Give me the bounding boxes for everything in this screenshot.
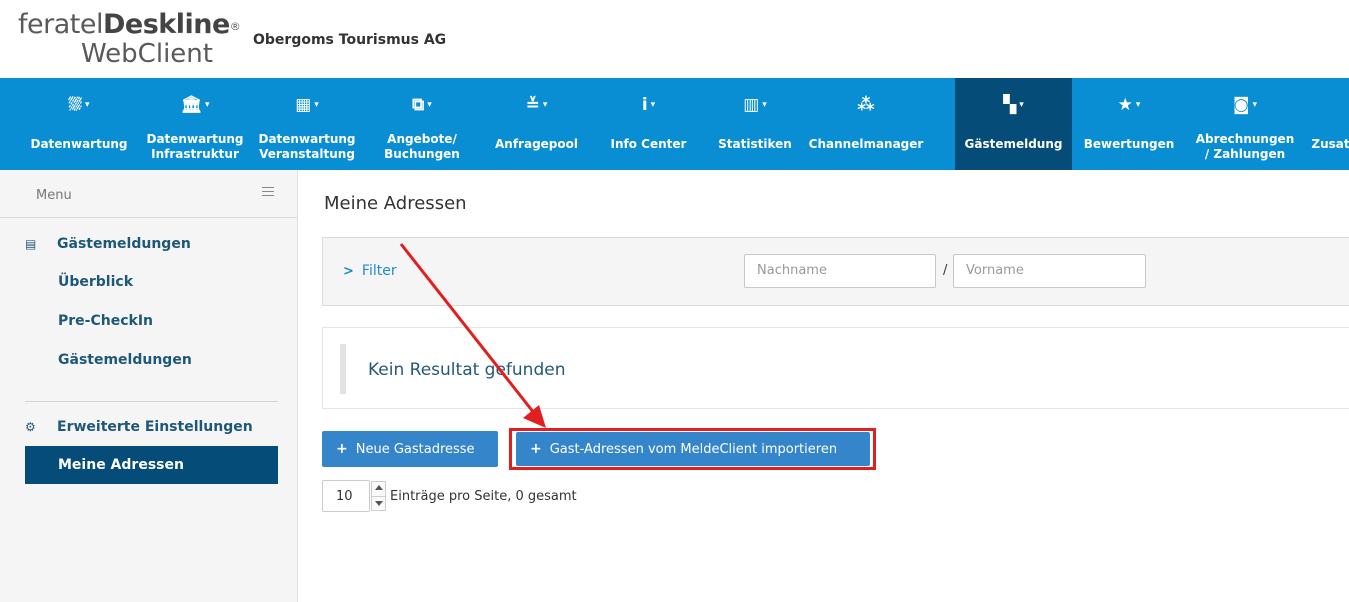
caret-down-icon: ▾ [650,100,656,110]
app-header: feratelDeskline® WebClient Obergoms Tour… [0,0,1349,78]
sidebar-item-ueberblick[interactable]: Überblick [58,274,133,290]
caret-down-icon: ▾ [314,100,319,110]
nav-item-datenwartung[interactable]: 🏛 ▾ Datenwartung Infrastruktur [142,78,248,170]
nav-item-label: Abrechnungen / Zahlungen [1195,132,1295,161]
bed-icon: ⛆ ▾ [68,95,90,115]
name-separator: / [943,263,948,278]
nav-item-abrechnungen[interactable]: ◙ ▾ Abrechnungen / Zahlungen [1186,78,1304,170]
chevron-right-icon: > [343,264,354,279]
sidebar-menu-header: Menu [0,170,298,218]
inbox-stack-icon: ≚ ▾ [525,95,548,115]
sidebar-divider [25,401,278,402]
main-navigation: ⛆ ▾ Datenwartung 🏛 ▾ Datenwartung Infrastruktu… [0,78,1349,170]
offers-icon: ⧉ ▾ [412,95,432,115]
import-from-meldeclient-button[interactable]: + Gast-Adressen vom MeldeClient importier… [516,432,870,466]
caret-down-icon: ▾ [85,100,90,110]
filter-panel: > Filter Nachname / Vorname [322,237,1349,306]
organization-name: Obergoms Tourismus AG [253,32,447,48]
list-icon: ▤ [25,237,37,251]
calendar-icon: ▦ ▾ [295,95,319,115]
caret-down-icon: ▾ [542,100,548,110]
feratel-deskline-logo[interactable]: feratelDeskline® WebClient [18,10,241,72]
nav-item-info-center[interactable]: i ▾ Info Center [595,78,702,170]
caret-down-icon: ▾ [1019,100,1024,110]
menu-label: Menu [36,188,72,203]
nav-item-channelmanager[interactable]: ⁂ Channelmanager [808,78,924,170]
page-title: Meine Adressen [324,193,467,214]
nav-item-label: Bewertungen [1083,137,1175,151]
nav-item-datenwartung[interactable]: ▦ ▾ Datenwartung Veranstaltung [248,78,366,170]
info-icon: i ▾ [641,95,656,115]
caret-down-icon: ▾ [1135,100,1141,110]
nav-item-label: Datenwartung Infrastruktur [146,132,244,161]
more-icon [1304,95,1349,115]
lastname-input[interactable]: Nachname [744,254,936,288]
caret-down-icon: ▾ [205,100,210,110]
sidebar-section-erweiterte-einstellungen[interactable]: ⚙ Erweiterte Einstellungen [25,419,253,435]
sidebar: Menu ▤ Gästemeldungen Überblick Pre-Check… [0,170,298,602]
caret-down-icon: ▾ [427,100,432,110]
nav-item-datenwartung[interactable]: ⛆ ▾ Datenwartung [16,78,142,170]
sidebar-item-pre-checkin[interactable]: Pre-CheckIn [58,313,153,329]
sidebar-item-gaestemeldungen[interactable]: Gästemeldungen [58,352,192,368]
result-panel: Kein Resultat gefunden [322,327,1349,409]
nav-item-zusatz[interactable]: Zusatz [1304,78,1349,170]
sidebar-item-meine-adressen[interactable]: Meine Adressen [25,446,278,484]
plus-icon: + [336,441,348,457]
nav-item-label: Datenwartung [30,137,128,151]
caret-down-icon: ▾ [762,100,767,110]
nav-item-angebote[interactable]: ⧉ ▾ Angebote/Buchungen [366,78,478,170]
spin-up-icon[interactable] [375,485,383,490]
page-size-stepper[interactable]: 10 [322,480,370,512]
firstname-input[interactable]: Vorname [953,254,1146,288]
bar-chart-icon: ▥ ▾ [743,95,767,115]
nav-item-label: Zusatz [1311,137,1349,151]
document-icon: ▚ ▾ [1003,95,1024,115]
caret-down-icon: ▾ [1252,100,1258,110]
nav-item-label: Gästemeldung [964,137,1063,151]
filter-toggle[interactable]: > Filter [343,263,397,279]
sidebar-section-gaestemeldungen[interactable]: ▤ Gästemeldungen [25,236,191,252]
cogs-icon: ⚙ [25,420,36,434]
new-guest-address-button[interactable]: + Neue Gastadresse [322,431,498,467]
pager-summary: Einträge pro Seite, 0 gesamt [390,489,577,504]
money-icon: ◙ ▾ [1232,95,1258,115]
hamburger-icon[interactable] [262,184,274,196]
nav-item-label: Anfragepool [495,137,578,151]
institution-icon: 🏛 ▾ [180,95,210,115]
nav-item-anfragepool[interactable]: ≚ ▾ Anfragepool [478,78,595,170]
spin-down-icon[interactable] [375,501,383,506]
sitemap-icon: ⁂ [857,95,875,115]
nav-item-label: Datenwartung Veranstaltung [258,132,356,161]
no-result-message: Kein Resultat gefunden [368,360,566,380]
star-icon: ★ ▾ [1117,95,1141,115]
plus-icon: + [530,441,542,457]
nav-item-label: Info Center [610,137,687,151]
nav-item-label: Channelmanager [808,137,924,151]
nav-item-statistiken[interactable]: ▥ ▾ Statistiken [702,78,808,170]
nav-item-bewertungen[interactable]: ★ ▾ Bewertungen [1072,78,1186,170]
nav-item-gästemeldung[interactable]: ▚ ▾ Gästemeldung [955,78,1072,170]
result-accent-bar [340,344,346,394]
nav-item-label: Angebote/Buchungen [384,132,460,161]
nav-item-label: Statistiken [718,137,792,151]
page-size-spinner[interactable] [371,481,386,511]
